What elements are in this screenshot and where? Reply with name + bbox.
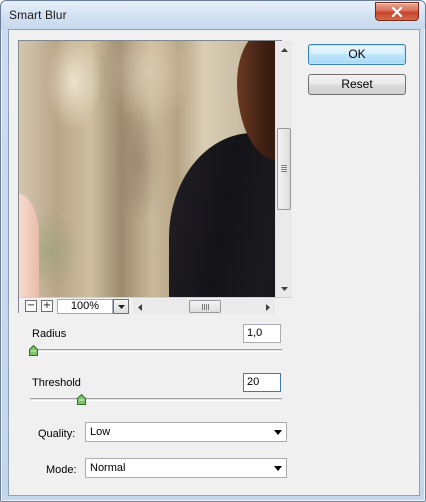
smart-blur-dialog: Smart Blur − + 100% OK Reset Radius 1,0 …: [0, 0, 426, 502]
ok-button[interactable]: OK: [308, 44, 406, 65]
preview-panel: − + 100%: [18, 40, 292, 314]
threshold-slider-track[interactable]: [30, 398, 282, 401]
preview-skin-region: [19, 193, 39, 297]
zoom-in-button[interactable]: +: [41, 300, 53, 312]
preview-vertical-scrollbar[interactable]: [275, 41, 292, 297]
scroll-down-button[interactable]: [276, 280, 293, 297]
reset-button[interactable]: Reset: [308, 74, 406, 95]
zoom-level-field[interactable]: 100%: [57, 299, 113, 314]
preview-jacket-region: [169, 133, 275, 297]
zoom-dropdown-button[interactable]: [113, 299, 129, 314]
threshold-input[interactable]: 20: [243, 373, 281, 392]
arrow-right-icon[interactable]: [266, 304, 270, 311]
close-icon: [391, 6, 403, 17]
radius-slider-track[interactable]: [30, 349, 282, 352]
quality-label: Quality:: [38, 428, 76, 440]
quality-select[interactable]: Low: [85, 422, 287, 442]
preview-horizontal-scrollbar[interactable]: [133, 299, 275, 314]
close-button[interactable]: [375, 2, 419, 21]
zoom-out-button[interactable]: −: [25, 300, 37, 312]
preview-toolbar: − + 100%: [19, 297, 292, 314]
threshold-label: Threshold: [32, 377, 81, 389]
mode-selected-value: Normal: [90, 462, 126, 474]
dialog-client-area: − + 100% OK Reset Radius 1,0 Threshold 2…: [8, 29, 420, 496]
arrow-up-icon: [281, 47, 288, 52]
radius-slider-thumb[interactable]: [29, 345, 38, 356]
radius-label: Radius: [32, 328, 67, 340]
mode-label: Mode:: [46, 464, 77, 476]
quality-selected-value: Low: [90, 426, 111, 438]
title-bar[interactable]: Smart Blur: [1, 1, 425, 29]
horizontal-scroll-thumb[interactable]: [189, 300, 221, 313]
window-title: Smart Blur: [9, 8, 67, 22]
arrow-down-icon: [281, 286, 288, 291]
threshold-slider-thumb[interactable]: [77, 394, 86, 405]
preview-image[interactable]: [19, 41, 275, 297]
mode-select[interactable]: Normal: [85, 458, 287, 478]
chevron-down-icon: [274, 466, 282, 471]
scroll-up-button[interactable]: [276, 41, 293, 58]
vertical-scroll-thumb[interactable]: [277, 128, 291, 210]
chevron-down-icon: [117, 304, 125, 309]
chevron-down-icon: [274, 430, 282, 435]
arrow-left-icon[interactable]: [138, 304, 142, 311]
radius-input[interactable]: 1,0: [243, 324, 281, 343]
